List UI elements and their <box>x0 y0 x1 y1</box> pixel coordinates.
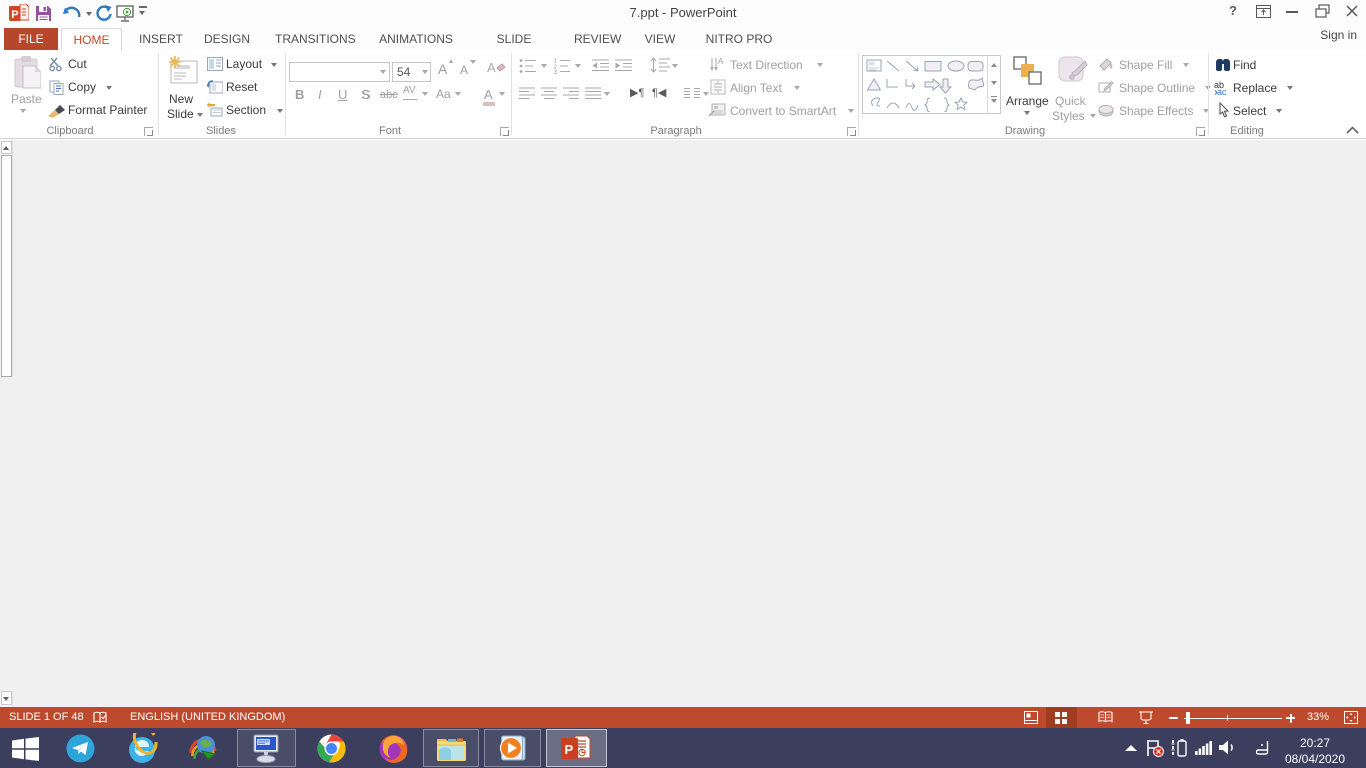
svg-text:A: A <box>487 60 496 75</box>
svg-text:3: 3 <box>554 70 557 74</box>
svg-text:ac: ac <box>1217 87 1227 96</box>
svg-text:P: P <box>565 742 574 757</box>
svg-text:A: A <box>718 57 724 66</box>
